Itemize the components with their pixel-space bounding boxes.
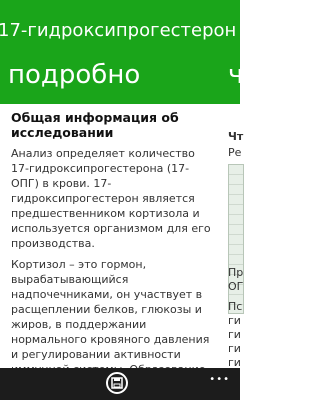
save-button[interactable] — [106, 372, 128, 394]
paragraph-2: Кортизол – это гормон, вырабатывающийся … — [11, 258, 210, 368]
header: 17-гидроксипрогестерон (17- подробно ч — [0, 0, 258, 104]
peek-line: ОГ — [228, 280, 244, 293]
peek-line: ги — [228, 328, 241, 341]
pivot-tab-details[interactable]: подробно — [8, 60, 140, 90]
next-pivot-preview: Чт Ре Пр ОГ Пс ги ги ги ги — [228, 130, 248, 368]
peek-line: ги — [228, 342, 241, 355]
peek-line: Пс — [228, 300, 243, 313]
section-heading: Общая информация об исследовании — [11, 110, 179, 140]
more-options-button[interactable]: ••• — [209, 374, 230, 385]
pivot-tab-next[interactable]: ч — [228, 60, 243, 90]
peek-line: Ре — [228, 146, 242, 159]
peek-line: ги — [228, 314, 241, 327]
app-bar: ••• — [0, 368, 240, 400]
page-title: 17-гидроксипрогестерон (17- — [0, 20, 258, 41]
peek-line: Пр — [228, 266, 244, 279]
paragraph-1: Анализ определяет количество 17-гидрокси… — [11, 147, 211, 250]
peek-heading: Чт — [228, 130, 244, 143]
details-content[interactable]: Общая информация об исследовании Анализ … — [11, 110, 211, 368]
peek-line: ги — [228, 356, 241, 368]
save-icon — [111, 377, 123, 389]
